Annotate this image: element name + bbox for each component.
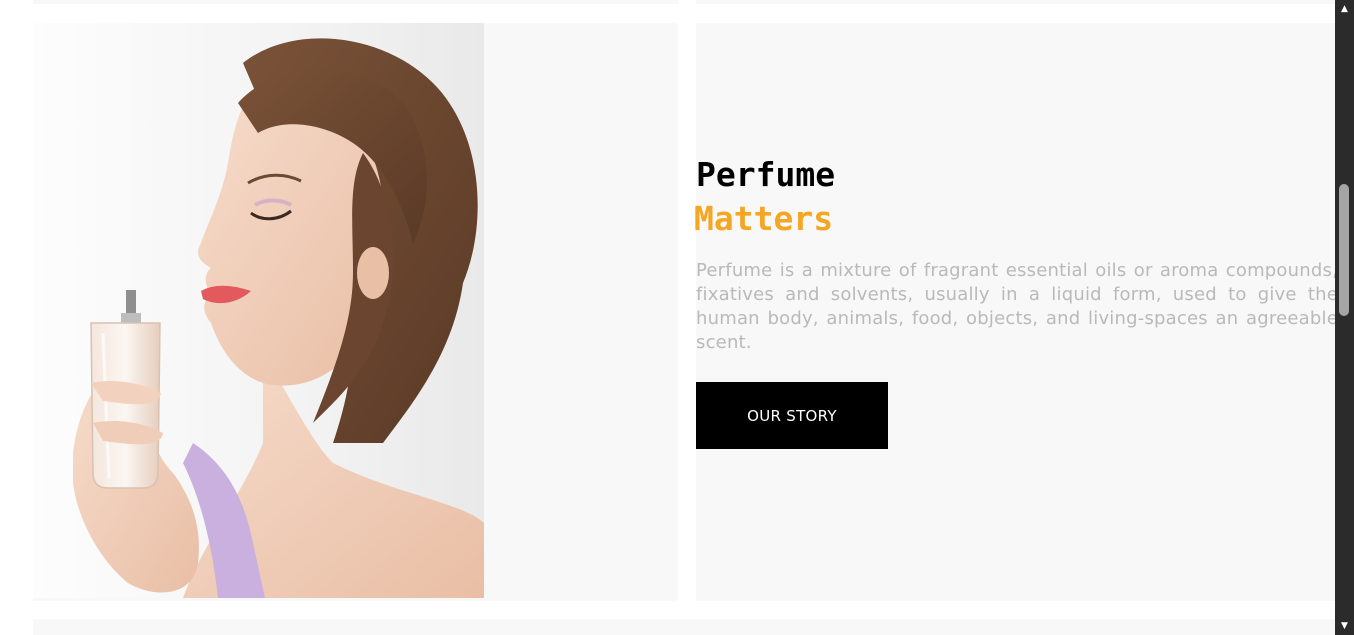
feature-description: Perfume is a mixture of fragrant essenti… — [696, 260, 1338, 353]
page: Perfume Matters Perfume is a mixture of … — [0, 0, 1354, 635]
feature-heading: Perfume Matters — [694, 153, 836, 241]
feature-text-panel: Perfume Matters Perfume is a mixture of … — [694, 23, 1338, 601]
triangle-down-icon[interactable]: ▼ — [1335, 617, 1354, 635]
heading-line-accent: Matters — [694, 199, 834, 238]
next-section-panel — [33, 619, 1335, 635]
vertical-scrollbar[interactable]: ▲ ▼ — [1335, 0, 1354, 635]
heading-line-primary: Perfume — [696, 155, 836, 194]
previous-section-right-panel — [696, 0, 1335, 4]
perfume-model-photo — [33, 23, 484, 598]
feature-image-panel — [33, 23, 678, 601]
our-story-button[interactable]: OUR STORY — [696, 382, 888, 449]
triangle-up-icon[interactable]: ▲ — [1335, 0, 1354, 18]
scrollbar-thumb[interactable] — [1339, 184, 1349, 316]
previous-section-left-panel — [33, 0, 678, 4]
